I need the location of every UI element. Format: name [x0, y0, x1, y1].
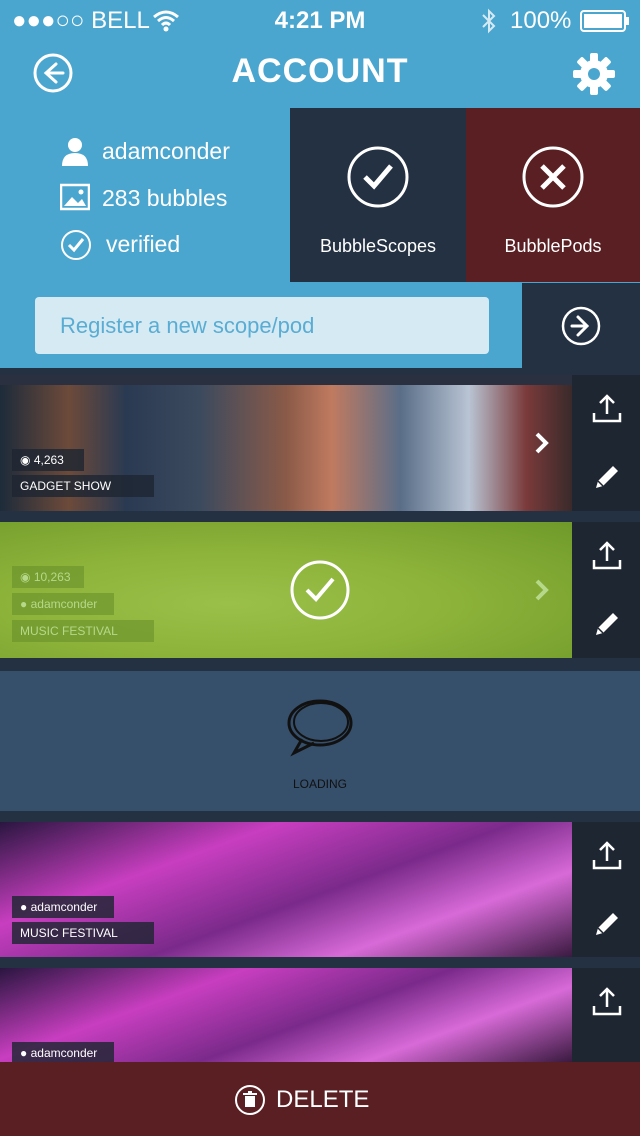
row-actions: [572, 968, 640, 1062]
register-submit-button[interactable]: [522, 283, 640, 368]
upload-icon: [592, 841, 622, 870]
loading-row: LOADING: [0, 671, 640, 811]
chevron-right-icon[interactable]: [534, 578, 550, 607]
bubble-title: MUSIC FESTIVAL: [12, 620, 154, 642]
page-title: ACCOUNT: [231, 52, 409, 90]
owner-name: adamconder: [30, 1046, 98, 1060]
view-count: 10,263: [33, 570, 71, 584]
close-circle-icon: [522, 146, 584, 213]
check-circle-icon: [347, 146, 409, 213]
share-button[interactable]: [591, 840, 623, 877]
settings-button[interactable]: [572, 52, 616, 101]
owner-badge: ● adamconder: [12, 896, 114, 918]
edit-button[interactable]: [591, 461, 623, 498]
view-count-badge: ◉ 10,263: [12, 566, 84, 588]
image-icon: [59, 182, 91, 217]
selected-check-icon: [290, 560, 350, 625]
upload-icon: [592, 541, 622, 570]
verified-check-icon: [60, 229, 92, 266]
battery-icon: [580, 10, 630, 37]
row-actions: [572, 375, 640, 511]
delete-label: DELETE: [276, 1086, 370, 1113]
bubblescopes-tile[interactable]: BubbleScopes: [290, 108, 466, 282]
verified-label: verified: [106, 231, 181, 257]
speech-bubble-icon: [284, 697, 356, 762]
register-input[interactable]: [35, 297, 489, 354]
view-count-badge: ◉ 4,263: [12, 449, 84, 471]
loading-label: LOADING: [292, 777, 347, 791]
bubble-title: MUSIC FESTIVAL: [12, 922, 154, 944]
username-label: adamconder: [102, 138, 230, 164]
owner-badge: ● adamconder: [12, 593, 114, 615]
bubblepods-label: BubblePods: [504, 236, 602, 256]
chevron-right-icon[interactable]: [534, 431, 550, 460]
bubble-count: 283 bubbles: [102, 185, 228, 211]
row-actions: [572, 522, 640, 658]
user-icon: ●: [20, 1046, 28, 1060]
pencil-icon: [596, 913, 618, 935]
pencil-icon: [596, 466, 618, 488]
delete-button[interactable]: DELETE: [0, 1062, 640, 1136]
bubble-row-selected[interactable]: ◉ 10,263 ● adamconder MUSIC FESTIVAL: [0, 522, 572, 658]
edit-button[interactable]: [591, 908, 623, 945]
owner-name: adamconder: [30, 900, 98, 914]
trash-icon: [234, 1084, 266, 1121]
user-icon: [60, 136, 90, 171]
bubblepods-tile[interactable]: BubblePods: [466, 108, 640, 282]
bubble-row[interactable]: ◉ 4,263 GADGET SHOW: [0, 375, 572, 511]
view-count: 4,263: [33, 453, 64, 467]
bubble-row[interactable]: ● adamconder MUSIC FESTIVAL: [0, 822, 572, 957]
share-button[interactable]: [591, 393, 623, 430]
user-icon: ●: [20, 900, 28, 914]
owner-name: adamconder: [30, 597, 98, 611]
edit-button[interactable]: [591, 608, 623, 645]
bubble-title: GADGET SHOW: [12, 475, 154, 497]
upload-icon: [592, 987, 622, 1016]
bubblescopes-label: BubbleScopes: [319, 236, 437, 256]
user-icon: ●: [20, 597, 28, 611]
share-button[interactable]: [591, 540, 623, 577]
bluetooth-icon: [480, 8, 498, 39]
owner-badge: ● adamconder: [12, 1042, 114, 1062]
pencil-icon: [596, 613, 618, 635]
eye-icon: ◉: [20, 570, 31, 584]
share-button[interactable]: [591, 986, 623, 1023]
arrow-right-circle-icon: [561, 306, 601, 351]
row-actions: [572, 822, 640, 957]
upload-icon: [592, 394, 622, 423]
gear-icon: [573, 53, 615, 95]
battery-percent: 100%: [510, 7, 572, 34]
bubble-row[interactable]: ● adamconder: [0, 968, 572, 1062]
eye-icon: ◉: [20, 453, 31, 467]
